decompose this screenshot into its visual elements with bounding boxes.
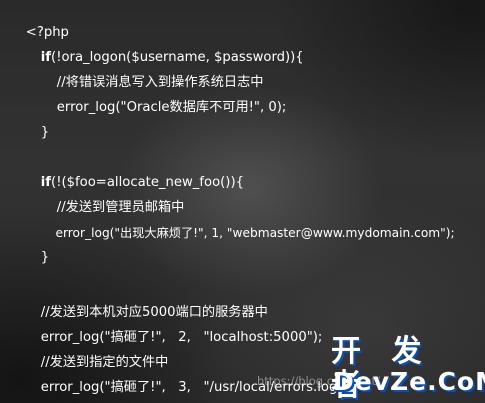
code-text: error_log("出现大麻烦了!", 1, "webmaster@www.m… [55,226,455,240]
code-line-4: error_log("Oracle数据库不可用!", 0); [40,75,287,115]
code-line-3: //将错误消息写入到操作系统日志中 [40,50,264,90]
code-line-9: error_log("出现大麻烦了!", 1, "webmaster@www.m… [40,200,455,240]
code-text: error_log("Oracle数据库不可用!", 0); [56,100,287,115]
code-text: } [40,250,50,265]
code-line-12: //发送到本机对应5000端口的服务器中 [24,280,268,320]
code-line-5: } [24,100,49,140]
code-line-16: ?> [9,380,44,402]
logo-en-text: DevZe.CoM [333,367,485,396]
watermark-logo: 开 发 者 DevZe.CoM [327,335,485,403]
code-line-2: if(!ora_logon($username, $password)){ [24,25,304,65]
code-line-10: } [24,225,49,265]
code-line-1: <?php [9,0,69,40]
code-line-14: //发送到指定的文件中 [24,330,169,370]
code-text: } [40,125,50,140]
code-line-7: if(!($foo=allocate_new_foo()){ [24,150,244,190]
code-line-13: error_log("搞砸了!", 2, "localhost:5000"); [24,305,323,345]
code-line-8: //发送到管理员邮箱中 [40,175,185,215]
code-editor: <?php if(!ora_logon($username, $password… [0,0,485,403]
